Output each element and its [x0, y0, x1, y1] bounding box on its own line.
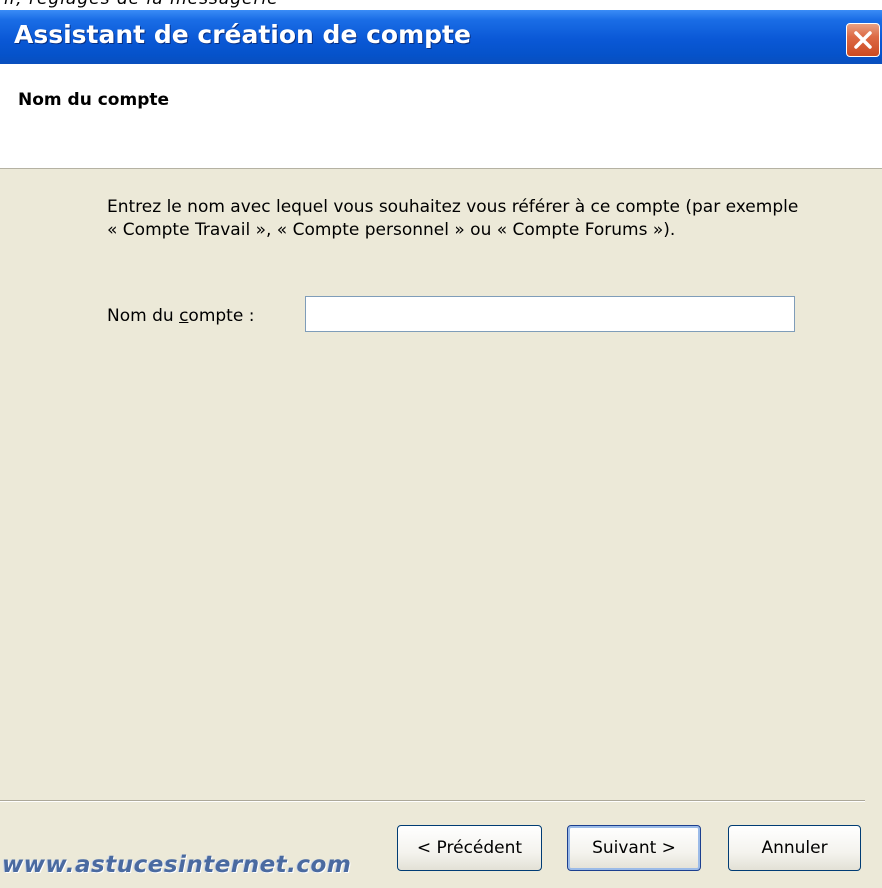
watermark: www.astucesinternet.com	[2, 852, 352, 878]
next-button[interactable]: Suivant >	[567, 825, 701, 871]
label-prefix: Nom du	[107, 306, 180, 326]
instructions-text: Entrez le nom avec lequel vous souhaitez…	[107, 197, 799, 240]
page-title: Nom du compte	[18, 90, 170, 110]
wizard-header: Nom du compte	[0, 64, 882, 169]
account-name-label: Nom du compte :	[107, 306, 254, 326]
previous-button[interactable]: < Précédent	[397, 825, 542, 871]
top-cropped-strip: ir, réglages de la messagerie	[0, 0, 882, 10]
account-name-input[interactable]	[305, 296, 795, 332]
cancel-button[interactable]: Annuler	[728, 825, 861, 871]
close-button[interactable]	[846, 23, 880, 57]
cropped-text: ir, réglages de la messagerie	[4, 0, 279, 9]
close-icon	[854, 31, 872, 49]
label-suffix: ompte :	[188, 306, 255, 326]
footer-divider	[0, 800, 865, 802]
title-bar[interactable]: Assistant de création de compte	[0, 10, 882, 64]
window-title: Assistant de création de compte	[14, 20, 471, 49]
